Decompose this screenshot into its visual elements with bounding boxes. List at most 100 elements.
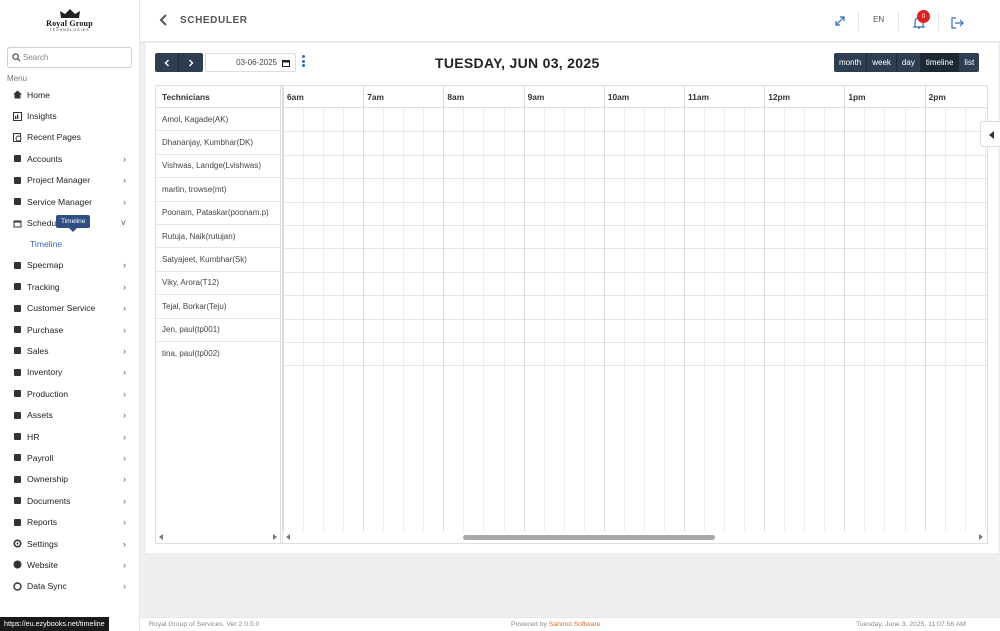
scroll-right-icon[interactable] bbox=[979, 534, 983, 540]
more-options-icon[interactable] bbox=[302, 55, 306, 69]
hour-label: 6am bbox=[287, 92, 304, 102]
sidebar-item-data-sync[interactable]: Data Sync › bbox=[0, 576, 139, 597]
logout-icon[interactable] bbox=[949, 15, 965, 31]
sidebar-item-customer-service[interactable]: Customer Service › bbox=[0, 298, 139, 319]
resource-column: Technicians Amol, Kagade(AK) Dhananjay, K… bbox=[156, 86, 281, 543]
chevron-right-icon: › bbox=[123, 452, 126, 463]
footer-powered-brand[interactable]: Sanmol Software bbox=[549, 621, 601, 628]
sidebar-item-purchase[interactable]: Purchase › bbox=[0, 319, 139, 340]
hour-label: 10am bbox=[607, 92, 630, 102]
scrollbar-thumb[interactable] bbox=[463, 535, 715, 540]
chevron-right-icon: › bbox=[123, 495, 126, 506]
sidebar-item-website[interactable]: Website › bbox=[0, 554, 139, 575]
prev-button[interactable] bbox=[155, 53, 179, 72]
technician-row[interactable]: tina, paul(tp002) bbox=[156, 342, 280, 365]
sidebar-item-insights[interactable]: Insights bbox=[0, 105, 139, 126]
technician-row[interactable]: Rutuja, Naik(rutujan) bbox=[156, 225, 280, 249]
technician-row[interactable]: Jen, paul(tp001) bbox=[156, 319, 280, 342]
service-manager-icon bbox=[13, 197, 22, 206]
status-url: https://eu.ezybooks.net/timeline bbox=[0, 617, 109, 631]
technician-row[interactable]: martin, trowse(mt) bbox=[156, 178, 280, 202]
hour-label: 9am bbox=[527, 92, 545, 102]
view-week-button[interactable]: week bbox=[867, 53, 897, 72]
language-selector[interactable]: EN bbox=[873, 15, 884, 24]
scroll-left-icon[interactable] bbox=[286, 534, 290, 540]
sidebar-item-label: Payroll bbox=[27, 452, 54, 463]
sidebar-item-label: Ownership bbox=[27, 474, 69, 485]
footer-powered-prefix: Powered by bbox=[511, 621, 549, 628]
technician-row[interactable]: Amol, Kagade(AK) bbox=[156, 108, 280, 132]
sidebar-item-label: Reports bbox=[27, 517, 58, 528]
scroll-left-icon[interactable] bbox=[159, 534, 163, 540]
date-picker[interactable]: 03-06-2025 bbox=[205, 53, 296, 72]
data-sync-icon bbox=[13, 582, 22, 591]
sidebar-item-home[interactable]: Home bbox=[0, 84, 139, 105]
side-panel-toggle[interactable] bbox=[980, 121, 1000, 147]
technician-row[interactable]: Vishwas, Landge(Lvishwas) bbox=[156, 155, 280, 179]
view-month-button[interactable]: month bbox=[834, 53, 868, 72]
sidebar-item-accounts[interactable]: Accounts › bbox=[0, 148, 139, 169]
sidebar-item-specmap[interactable]: Specmap › bbox=[0, 255, 139, 276]
resource-scrollbar[interactable] bbox=[156, 531, 281, 543]
assets-icon bbox=[13, 411, 22, 420]
sidebar-item-label: Service Manager bbox=[27, 196, 92, 207]
crown-icon bbox=[59, 9, 80, 18]
sidebar-item-label: Specmap bbox=[27, 260, 64, 271]
sidebar-subitem-timeline[interactable]: Timeline bbox=[0, 234, 139, 255]
sidebar-item-production[interactable]: Production › bbox=[0, 383, 139, 404]
time-area[interactable]: 6am 7am 8am 9am 10am 11am 12pm 1pm 2pm bbox=[282, 86, 987, 543]
sidebar-item-label: Sales bbox=[27, 345, 49, 356]
scroll-right-icon[interactable] bbox=[273, 534, 277, 540]
sidebar-item-inventory[interactable]: Inventory › bbox=[0, 362, 139, 383]
sidebar-item-documents[interactable]: Documents › bbox=[0, 490, 139, 511]
sidebar-item-payroll[interactable]: Payroll › bbox=[0, 447, 139, 468]
ownership-icon bbox=[13, 475, 22, 484]
view-day-button[interactable]: day bbox=[897, 53, 921, 72]
logo[interactable]: Royal Group TECHNOLOGIES bbox=[0, 0, 139, 42]
home-icon bbox=[13, 90, 22, 99]
website-icon bbox=[13, 560, 22, 569]
sidebar-item-recent-pages[interactable]: Recent Pages bbox=[0, 127, 139, 148]
hour-label: 8am bbox=[447, 92, 465, 102]
view-list-button[interactable]: list bbox=[959, 53, 979, 72]
expand-icon[interactable] bbox=[832, 13, 848, 29]
back-chevron-icon[interactable] bbox=[158, 13, 170, 27]
row-gridline bbox=[283, 295, 987, 297]
technician-row[interactable]: Poonam, Pataskar(poonam.p) bbox=[156, 202, 280, 225]
sidebar-item-label: Assets bbox=[27, 410, 53, 421]
sidebar-item-assets[interactable]: Assets › bbox=[0, 404, 139, 425]
sidebar-item-sales[interactable]: Sales › bbox=[0, 340, 139, 361]
sidebar-item-label: Purchase bbox=[27, 324, 64, 335]
search-input[interactable] bbox=[23, 53, 123, 62]
next-button[interactable] bbox=[179, 53, 203, 72]
technician-row[interactable]: Viky, Arora(T12) bbox=[156, 272, 280, 296]
row-gridline bbox=[283, 342, 987, 343]
search-icon bbox=[12, 53, 21, 62]
chevron-right-icon: › bbox=[123, 517, 126, 528]
insights-icon bbox=[13, 111, 22, 121]
sidebar-item-settings[interactable]: Settings › bbox=[0, 533, 139, 554]
sidebar-search[interactable] bbox=[7, 47, 132, 68]
sidebar-item-project-manager[interactable]: Project Manager › bbox=[0, 170, 139, 191]
chevron-right-icon: › bbox=[123, 538, 126, 549]
view-timeline-button[interactable]: timeline bbox=[920, 53, 960, 72]
sidebar-item-label: Settings bbox=[27, 538, 59, 549]
scheduler-card: 03-06-2025 TUESDAY, JUN 03, 2025 month we… bbox=[146, 43, 998, 553]
hour-label: 1pm bbox=[848, 92, 866, 102]
chevron-right-icon: › bbox=[123, 281, 126, 292]
horizontal-scrollbar[interactable] bbox=[283, 531, 987, 543]
sidebar-item-reports[interactable]: Reports › bbox=[0, 511, 139, 532]
sidebar-nav-more: Specmap › Tracking › Customer Service › Purcha… bbox=[0, 255, 139, 597]
technician-row[interactable]: Tejal, Borkar(Teju) bbox=[156, 295, 280, 319]
time-header: 6am 7am 8am 9am 10am 11am 12pm 1pm 2pm bbox=[283, 86, 987, 108]
logo-name: Royal Group bbox=[46, 19, 93, 28]
hour-label: 11am bbox=[688, 92, 709, 102]
sidebar-item-hr[interactable]: HR › bbox=[0, 426, 139, 447]
sidebar-item-tracking[interactable]: Tracking › bbox=[0, 276, 139, 297]
technician-row[interactable]: Satyajeet, Kumbhar(Sk) bbox=[156, 248, 280, 272]
technician-row[interactable]: Dhananjay, Kumbhar(DK) bbox=[156, 131, 280, 155]
hour-gridline bbox=[603, 86, 605, 531]
sidebar-item-ownership[interactable]: Ownership › bbox=[0, 469, 139, 490]
sidebar-item-service-manager[interactable]: Service Manager › bbox=[0, 191, 139, 212]
calendar-icon[interactable] bbox=[282, 59, 290, 67]
